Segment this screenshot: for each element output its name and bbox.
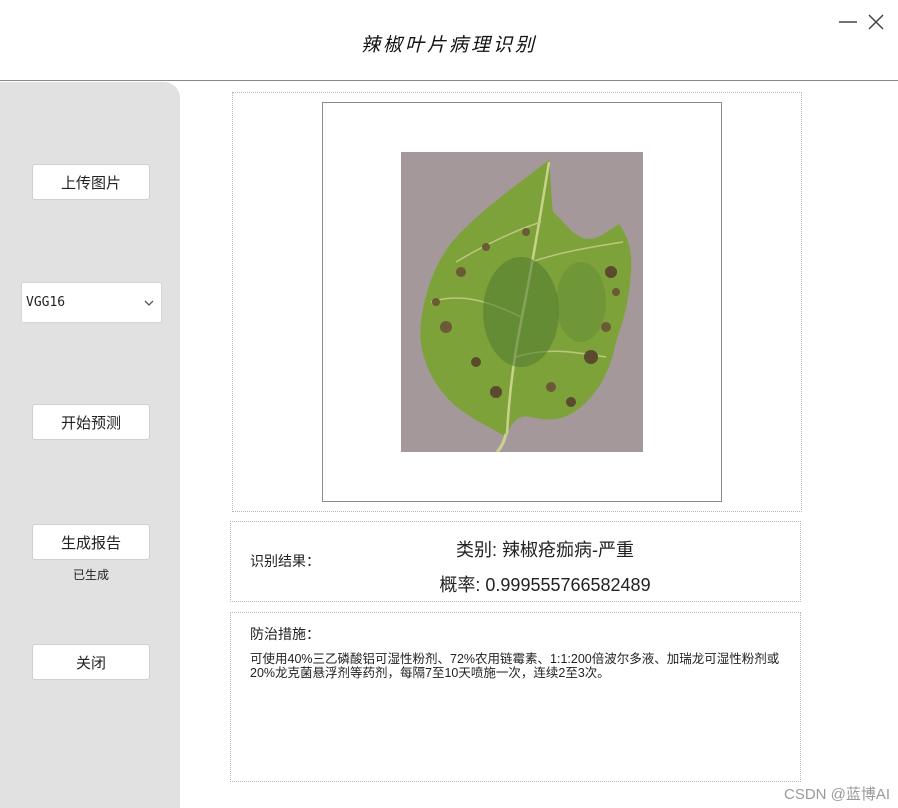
result-class: 类别: 辣椒疮痂病-严重 — [456, 540, 634, 560]
leaf-image — [401, 152, 643, 452]
measures-label: 防治措施： — [250, 627, 320, 643]
model-select-value: VGG16 — [26, 295, 66, 310]
close-window-button[interactable] — [864, 10, 888, 34]
model-select[interactable]: VGG16 — [21, 282, 162, 323]
close-icon — [868, 14, 884, 30]
minimize-icon — [839, 21, 857, 23]
generate-report-button[interactable]: 生成报告 — [32, 524, 150, 560]
app-title: 辣椒叶片病理识别 — [360, 34, 537, 56]
chevron-down-icon — [144, 300, 154, 306]
title-bar: 辣椒叶片病理识别 — [0, 0, 898, 81]
watermark: CSDN @蓝博AI — [784, 786, 891, 803]
close-button[interactable]: 关闭 — [32, 644, 150, 680]
minimize-button[interactable] — [836, 10, 860, 34]
report-status: 已生成 — [72, 568, 109, 582]
start-predict-button[interactable]: 开始预测 — [32, 404, 150, 440]
upload-image-button[interactable]: 上传图片 — [32, 164, 150, 200]
result-probability: 概率: 0.999555766582489 — [439, 575, 651, 595]
measures-text: 可使用40%三乙磷酸铝可湿性粉剂、72%农用链霉素、1:1:200倍波尔多液、加… — [250, 652, 780, 680]
